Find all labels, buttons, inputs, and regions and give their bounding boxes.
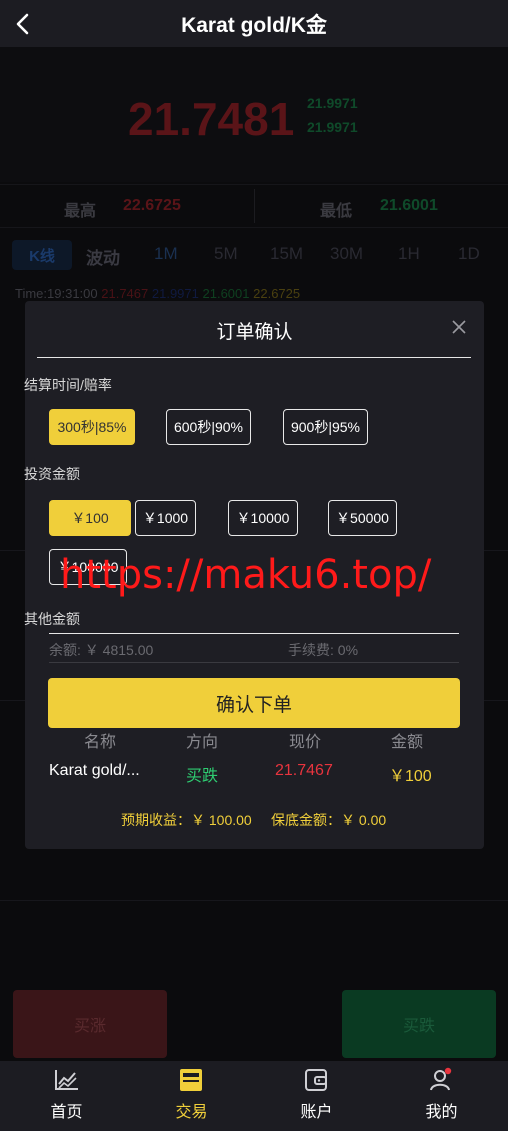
balance-divider bbox=[49, 662, 459, 663]
tab-5m[interactable]: 5M bbox=[214, 244, 238, 264]
header-bar: Karat gold/K金 bbox=[0, 0, 508, 47]
confirm-order-button[interactable]: 确认下单 bbox=[48, 678, 460, 728]
row-price: 21.7467 bbox=[275, 762, 333, 779]
settle-option-600[interactable]: 600秒|90% bbox=[166, 409, 251, 445]
buy-down-button[interactable]: 买跌 bbox=[342, 990, 496, 1058]
amount-option-1000[interactable]: ￥1000 bbox=[135, 500, 196, 536]
stats-divider bbox=[254, 189, 255, 223]
dialog-title: 订单确认 bbox=[216, 322, 293, 343]
amount-label: 投资金额 bbox=[24, 466, 80, 482]
watermark-text: https://maku6.top/ bbox=[60, 552, 432, 598]
row-name: Karat gold/... bbox=[49, 762, 140, 779]
row-direction: 买跌 bbox=[186, 768, 219, 785]
col-amount-header: 金额 bbox=[391, 734, 424, 751]
title-divider bbox=[37, 357, 471, 358]
col-price-header: 现价 bbox=[289, 734, 322, 751]
bottom-nav: 首页 交易 账户 我的 bbox=[0, 1061, 508, 1131]
expected-return: 预期收益：￥ 100.00 bbox=[121, 812, 252, 828]
tab-1h[interactable]: 1H bbox=[398, 244, 420, 264]
balance-text: 余额: ￥ 4815.00 bbox=[49, 642, 154, 658]
other-amount-input-line[interactable] bbox=[49, 633, 459, 634]
nav-home[interactable]: 首页 bbox=[3, 1061, 130, 1131]
time-close: 21.9971 bbox=[151, 286, 199, 301]
guarantee-amount: 保底金额：￥ 0.00 bbox=[271, 812, 387, 828]
high-value: 22.6725 bbox=[123, 197, 181, 214]
settle-label: 结算时间/赔率 bbox=[24, 377, 112, 393]
nav-me-label: 我的 bbox=[425, 1104, 458, 1121]
close-icon[interactable] bbox=[451, 319, 467, 335]
back-arrow-icon[interactable] bbox=[12, 10, 36, 38]
time-open: 21.7467 bbox=[101, 286, 149, 301]
low-value: 21.6001 bbox=[380, 197, 438, 214]
amount-option-100[interactable]: ￥100 bbox=[49, 500, 131, 536]
grid-line bbox=[0, 900, 508, 901]
nav-trade[interactable]: 交易 bbox=[128, 1061, 255, 1131]
chart-tabs: K线 波动 1M 5M 15M 30M 1H 1D bbox=[0, 234, 508, 274]
fee-text: 手续费: 0% bbox=[288, 642, 359, 658]
price-top: 21.9971 bbox=[307, 95, 358, 111]
other-amount-label: 其他金额 bbox=[24, 611, 80, 627]
low-label: 最低 bbox=[320, 203, 353, 220]
nav-home-label: 首页 bbox=[50, 1104, 83, 1121]
col-direction-header: 方向 bbox=[186, 734, 219, 751]
trade-icon bbox=[180, 1069, 202, 1091]
nav-account[interactable]: 账户 bbox=[253, 1061, 380, 1131]
amount-option-10000[interactable]: ￥10000 bbox=[228, 500, 298, 536]
wallet-icon bbox=[305, 1069, 327, 1091]
user-icon bbox=[430, 1067, 452, 1091]
page-title: Karat gold/K金 bbox=[181, 13, 327, 37]
chart-icon bbox=[55, 1070, 78, 1090]
tab-kline[interactable]: K线 bbox=[12, 240, 72, 270]
time-low: 21.6001 bbox=[202, 286, 250, 301]
time-high: 22.6725 bbox=[253, 286, 301, 301]
buy-up-button[interactable]: 买涨 bbox=[13, 990, 167, 1058]
col-name-header: 名称 bbox=[84, 734, 117, 751]
amount-option-50000[interactable]: ￥50000 bbox=[328, 500, 397, 536]
settle-option-900[interactable]: 900秒|95% bbox=[283, 409, 368, 445]
nav-trade-label: 交易 bbox=[175, 1104, 208, 1121]
tab-1d[interactable]: 1D bbox=[458, 244, 480, 264]
price-bottom: 21.9971 bbox=[307, 119, 358, 135]
high-low-row: 最高 22.6725 最低 21.6001 bbox=[0, 184, 508, 228]
settle-option-300[interactable]: 300秒|85% bbox=[49, 409, 135, 445]
row-amount: ￥100 bbox=[389, 768, 432, 785]
high-label: 最高 bbox=[64, 203, 97, 220]
tab-1m[interactable]: 1M bbox=[154, 244, 178, 264]
nav-me[interactable]: 我的 bbox=[378, 1061, 505, 1131]
nav-account-label: 账户 bbox=[300, 1104, 333, 1121]
tab-30m[interactable]: 30M bbox=[330, 244, 363, 264]
time-readout: Time:19:31:00 21.7467 21.9971 21.6001 22… bbox=[15, 286, 300, 301]
tab-fluctuation[interactable]: 波动 bbox=[86, 244, 120, 269]
current-price: 21.7481 bbox=[128, 93, 295, 145]
time-label: Time:19:31:00 bbox=[15, 286, 98, 301]
tab-15m[interactable]: 15M bbox=[270, 244, 303, 264]
